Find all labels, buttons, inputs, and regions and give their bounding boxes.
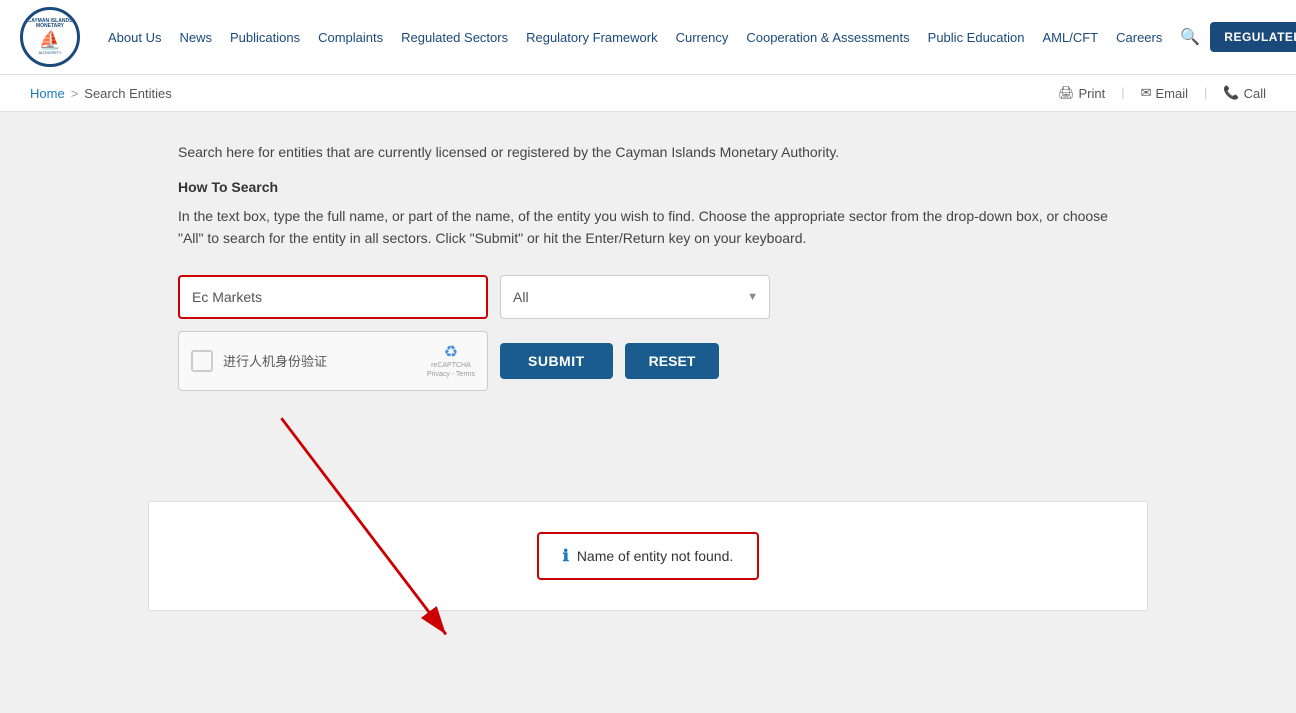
recaptcha-logo: ♻ reCAPTCHA Privacy - Terms <box>427 342 475 379</box>
regulated-entities-button[interactable]: REGULATED ENTITIES <box>1210 22 1296 52</box>
main-content: Search here for entities that are curren… <box>148 142 1148 671</box>
recaptcha-icon: ♻ <box>444 342 458 362</box>
email-icon: ✉ <box>1141 85 1152 101</box>
print-link[interactable]: 🖨 Print <box>1058 85 1105 101</box>
main-nav: About Us News Publications Complaints Re… <box>100 22 1296 52</box>
print-icon: 🖨 <box>1058 85 1075 101</box>
sector-select[interactable]: All Banking Insurance Securities Fiducia… <box>500 275 770 319</box>
breadcrumb-bar: Home > Search Entities 🖨 Print | ✉ Email… <box>0 75 1296 112</box>
reset-button[interactable]: RESET <box>625 343 720 379</box>
logo[interactable]: CAYMAN ISLANDSMONETARY ⛵ AUTHORITY <box>20 7 80 67</box>
submit-button[interactable]: SUBMIT <box>500 343 613 379</box>
how-to-search-title: How To Search <box>178 179 1118 195</box>
how-to-desc: In the text box, type the full name, or … <box>178 205 1118 250</box>
nav-item-regulated-sectors[interactable]: Regulated Sectors <box>393 30 516 45</box>
nav-item-public-education[interactable]: Public Education <box>920 30 1033 45</box>
breadcrumb: Home > Search Entities <box>30 86 172 101</box>
annotation-area <box>178 391 1118 671</box>
recaptcha-brand: reCAPTCHA <box>431 362 471 370</box>
email-link[interactable]: ✉ Email <box>1141 85 1188 101</box>
nav-item-cooperation-assessments[interactable]: Cooperation & Assessments <box>738 30 917 45</box>
sector-select-wrapper: All Banking Insurance Securities Fiducia… <box>500 275 770 319</box>
captcha-box[interactable]: 进行人机身份验证 ♻ reCAPTCHA Privacy - Terms <box>178 331 488 391</box>
phone-icon: 📞 <box>1223 85 1239 101</box>
search-icon[interactable]: 🔍 <box>1172 27 1208 47</box>
breadcrumb-separator: > <box>71 86 79 101</box>
call-link[interactable]: 📞 Call <box>1223 85 1266 101</box>
site-header: CAYMAN ISLANDSMONETARY ⛵ AUTHORITY About… <box>0 0 1296 75</box>
breadcrumb-home[interactable]: Home <box>30 86 65 101</box>
search-form: All Banking Insurance Securities Fiducia… <box>178 275 1118 391</box>
search-input[interactable] <box>178 275 488 319</box>
captcha-label: 进行人机身份验证 <box>223 351 417 370</box>
nav-item-regulatory-framework[interactable]: Regulatory Framework <box>518 30 666 45</box>
captcha-checkbox[interactable] <box>191 350 213 372</box>
nav-item-careers[interactable]: Careers <box>1108 30 1170 45</box>
recaptcha-privacy: Privacy - Terms <box>427 371 475 379</box>
page-actions: 🖨 Print | ✉ Email | 📞 Call <box>1058 85 1266 101</box>
red-arrow-annotation <box>178 391 1118 671</box>
nav-item-news[interactable]: News <box>171 30 220 45</box>
search-input-wrapper <box>178 275 488 319</box>
nav-item-publications[interactable]: Publications <box>222 30 308 45</box>
nav-item-currency[interactable]: Currency <box>668 30 737 45</box>
nav-item-complaints[interactable]: Complaints <box>310 30 391 45</box>
intro-text: Search here for entities that are curren… <box>178 142 1118 163</box>
breadcrumb-current: Search Entities <box>84 86 171 101</box>
nav-item-aml-cft[interactable]: AML/CFT <box>1035 30 1107 45</box>
captcha-row: 进行人机身份验证 ♻ reCAPTCHA Privacy - Terms SUB… <box>178 331 1118 391</box>
nav-item-about-us[interactable]: About Us <box>100 30 169 45</box>
search-row: All Banking Insurance Securities Fiducia… <box>178 275 1118 319</box>
